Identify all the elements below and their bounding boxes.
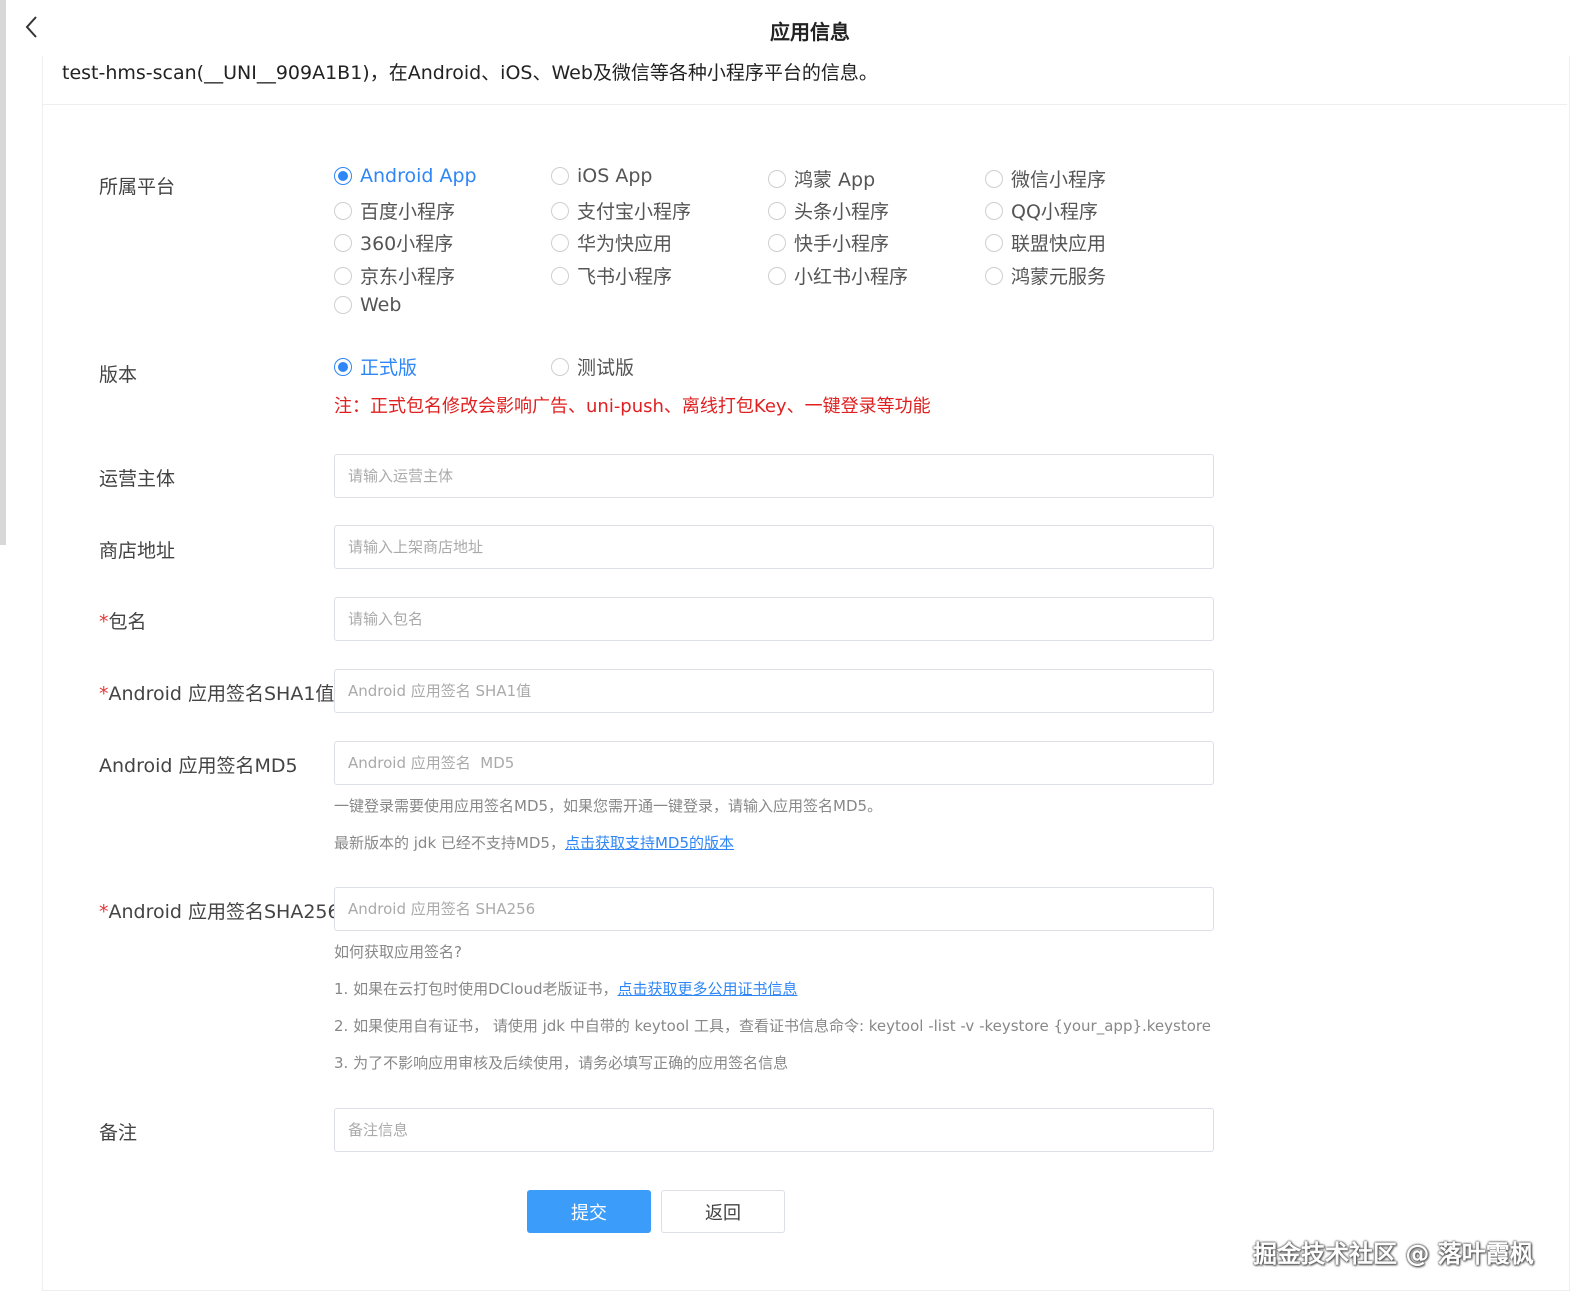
sha1-label: *Android 应用签名SHA1值	[99, 683, 335, 705]
md5-label: Android 应用签名MD5	[99, 755, 298, 777]
watermark: 掘金技术社区 @ 落叶霞枫	[1253, 1240, 1534, 1268]
remark-input[interactable]	[334, 1108, 1214, 1152]
radio-ios-app[interactable]: iOS App	[551, 165, 652, 187]
signature-help-title: 如何获取应用签名?	[334, 943, 462, 961]
radio-dot-icon	[985, 169, 1003, 188]
radio-dot-icon	[334, 233, 352, 252]
store-url-label: 商店地址	[99, 540, 176, 562]
scrollbar[interactable]	[0, 0, 6, 545]
public-cert-link[interactable]: 点击获取更多公用证书信息	[617, 980, 797, 998]
md5-version-link[interactable]: 点击获取支持MD5的版本	[565, 834, 734, 852]
operator-input[interactable]	[334, 454, 1214, 498]
radio-dot-icon	[334, 167, 352, 185]
version-label: 版本	[99, 364, 138, 386]
package-name-label: *包名	[99, 611, 147, 633]
radio-wechat-mini[interactable]: 微信小程序	[985, 165, 1106, 192]
store-url-input[interactable]	[334, 525, 1214, 569]
radio-huawei-quickapp[interactable]: 华为快应用	[551, 229, 672, 256]
radio-dot-icon	[985, 233, 1003, 252]
radio-dot-icon	[334, 357, 352, 376]
md5-help-text: 一键登录需要使用应用签名MD5，如果您需开通一键登录，请输入应用签名MD5。	[334, 797, 883, 815]
radio-dot-icon	[551, 167, 569, 185]
radio-dot-icon	[334, 266, 352, 285]
radio-dot-icon	[985, 266, 1003, 285]
app-description: test-hms-scan(__UNI__909A1B1)，在Android、i…	[62, 62, 878, 84]
radio-test[interactable]: 测试版	[551, 353, 634, 380]
signature-help-step2: 2. 如果使用自有证书， 请使用 jdk 中自带的 keytool 工具，查看证…	[334, 1017, 1211, 1035]
required-mark: *	[99, 901, 109, 923]
radio-dot-icon	[985, 201, 1003, 220]
radio-360-mini[interactable]: 360小程序	[334, 229, 453, 256]
sha256-label: *Android 应用签名SHA256	[99, 901, 340, 923]
radio-harmony-app[interactable]: 鸿蒙 App	[768, 165, 875, 192]
radio-harmony-atomic[interactable]: 鸿蒙元服务	[985, 262, 1106, 289]
radio-release[interactable]: 正式版	[334, 353, 417, 380]
radio-toutiao-mini[interactable]: 头条小程序	[768, 197, 889, 224]
required-mark: *	[99, 611, 109, 633]
radio-dot-icon	[334, 201, 352, 220]
signature-help-step1: 1. 如果在云打包时使用DCloud老版证书，点击获取更多公用证书信息	[334, 980, 798, 998]
md5-input[interactable]	[334, 741, 1214, 785]
radio-dot-icon	[551, 233, 569, 252]
radio-dot-icon	[768, 266, 786, 285]
sha256-input[interactable]	[334, 887, 1214, 931]
remark-label: 备注	[99, 1122, 138, 1144]
back-return-button[interactable]: 返回	[661, 1190, 785, 1233]
radio-dot-icon	[551, 357, 569, 376]
divider	[43, 104, 1567, 105]
signature-help-step3: 3. 为了不影响应用审核及后续使用，请务必填写正确的应用签名信息	[334, 1054, 789, 1072]
radio-kuaishou-mini[interactable]: 快手小程序	[768, 229, 889, 256]
radio-dot-icon	[768, 233, 786, 252]
radio-android-app[interactable]: Android App	[334, 165, 477, 187]
radio-baidu-mini[interactable]: 百度小程序	[334, 197, 455, 224]
package-name-input[interactable]	[334, 597, 1214, 641]
page-title: 应用信息	[770, 20, 850, 44]
radio-feishu-mini[interactable]: 飞书小程序	[551, 262, 672, 289]
version-warning-note: 注：正式包名修改会影响广告、uni-push、离线打包Key、一键登录等功能	[334, 396, 931, 417]
submit-button[interactable]: 提交	[527, 1190, 651, 1233]
radio-jd-mini[interactable]: 京东小程序	[334, 262, 455, 289]
radio-alipay-mini[interactable]: 支付宝小程序	[551, 197, 691, 224]
md5-jdk-help: 最新版本的 jdk 已经不支持MD5，点击获取支持MD5的版本	[334, 834, 734, 852]
radio-dot-icon	[768, 201, 786, 220]
radio-dot-icon	[334, 296, 352, 314]
required-mark: *	[99, 683, 109, 705]
platform-label: 所属平台	[99, 176, 176, 198]
radio-union-quickapp[interactable]: 联盟快应用	[985, 229, 1106, 256]
radio-web[interactable]: Web	[334, 294, 401, 316]
radio-dot-icon	[768, 169, 786, 188]
sha1-input[interactable]	[334, 669, 1214, 713]
radio-dot-icon	[551, 266, 569, 285]
radio-qq-mini[interactable]: QQ小程序	[985, 197, 1098, 224]
radio-xiaohongshu-mini[interactable]: 小红书小程序	[768, 262, 908, 289]
app-header: 应用信息	[0, 0, 1582, 56]
operator-label: 运营主体	[99, 468, 176, 490]
radio-dot-icon	[551, 201, 569, 220]
